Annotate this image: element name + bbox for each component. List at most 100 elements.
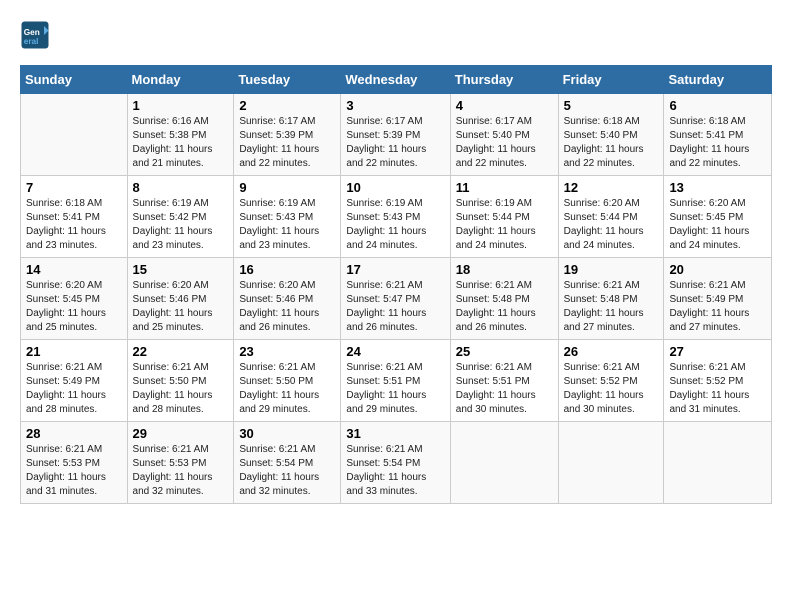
day-number: 22	[133, 344, 229, 359]
calendar-week-row: 1 Sunrise: 6:16 AMSunset: 5:38 PMDayligh…	[21, 94, 772, 176]
calendar-cell: 16 Sunrise: 6:20 AMSunset: 5:46 PMDaylig…	[234, 258, 341, 340]
day-info: Sunrise: 6:21 AMSunset: 5:49 PMDaylight:…	[26, 361, 122, 417]
calendar-cell: 10 Sunrise: 6:19 AMSunset: 5:43 PMDaylig…	[341, 176, 450, 258]
day-number: 10	[346, 180, 444, 195]
calendar-cell	[558, 422, 664, 504]
calendar-week-row: 7 Sunrise: 6:18 AMSunset: 5:41 PMDayligh…	[21, 176, 772, 258]
day-number: 28	[26, 426, 122, 441]
calendar-cell: 15 Sunrise: 6:20 AMSunset: 5:46 PMDaylig…	[127, 258, 234, 340]
day-number: 15	[133, 262, 229, 277]
calendar-cell: 24 Sunrise: 6:21 AMSunset: 5:51 PMDaylig…	[341, 340, 450, 422]
calendar-cell: 20 Sunrise: 6:21 AMSunset: 5:49 PMDaylig…	[664, 258, 772, 340]
calendar-table: SundayMondayTuesdayWednesdayThursdayFrid…	[20, 65, 772, 504]
day-info: Sunrise: 6:20 AMSunset: 5:45 PMDaylight:…	[26, 279, 122, 335]
calendar-cell: 1 Sunrise: 6:16 AMSunset: 5:38 PMDayligh…	[127, 94, 234, 176]
calendar-cell	[21, 94, 128, 176]
day-info: Sunrise: 6:16 AMSunset: 5:38 PMDaylight:…	[133, 115, 229, 171]
day-info: Sunrise: 6:21 AMSunset: 5:48 PMDaylight:…	[564, 279, 659, 335]
day-info: Sunrise: 6:21 AMSunset: 5:54 PMDaylight:…	[346, 443, 444, 499]
day-info: Sunrise: 6:21 AMSunset: 5:50 PMDaylight:…	[239, 361, 335, 417]
day-number: 21	[26, 344, 122, 359]
day-number: 3	[346, 98, 444, 113]
day-info: Sunrise: 6:21 AMSunset: 5:49 PMDaylight:…	[669, 279, 766, 335]
calendar-cell: 22 Sunrise: 6:21 AMSunset: 5:50 PMDaylig…	[127, 340, 234, 422]
day-number: 7	[26, 180, 122, 195]
day-number: 18	[456, 262, 553, 277]
day-info: Sunrise: 6:19 AMSunset: 5:42 PMDaylight:…	[133, 197, 229, 253]
day-info: Sunrise: 6:21 AMSunset: 5:51 PMDaylight:…	[346, 361, 444, 417]
day-info: Sunrise: 6:21 AMSunset: 5:53 PMDaylight:…	[133, 443, 229, 499]
day-info: Sunrise: 6:17 AMSunset: 5:39 PMDaylight:…	[239, 115, 335, 171]
calendar-cell: 2 Sunrise: 6:17 AMSunset: 5:39 PMDayligh…	[234, 94, 341, 176]
day-info: Sunrise: 6:21 AMSunset: 5:50 PMDaylight:…	[133, 361, 229, 417]
calendar-week-row: 21 Sunrise: 6:21 AMSunset: 5:49 PMDaylig…	[21, 340, 772, 422]
day-number: 17	[346, 262, 444, 277]
calendar-cell: 17 Sunrise: 6:21 AMSunset: 5:47 PMDaylig…	[341, 258, 450, 340]
calendar-week-row: 28 Sunrise: 6:21 AMSunset: 5:53 PMDaylig…	[21, 422, 772, 504]
calendar-week-row: 14 Sunrise: 6:20 AMSunset: 5:45 PMDaylig…	[21, 258, 772, 340]
calendar-cell: 29 Sunrise: 6:21 AMSunset: 5:53 PMDaylig…	[127, 422, 234, 504]
calendar-cell: 21 Sunrise: 6:21 AMSunset: 5:49 PMDaylig…	[21, 340, 128, 422]
day-info: Sunrise: 6:20 AMSunset: 5:46 PMDaylight:…	[133, 279, 229, 335]
day-info: Sunrise: 6:20 AMSunset: 5:45 PMDaylight:…	[669, 197, 766, 253]
day-number: 14	[26, 262, 122, 277]
weekday-header-tuesday: Tuesday	[234, 66, 341, 94]
day-info: Sunrise: 6:21 AMSunset: 5:54 PMDaylight:…	[239, 443, 335, 499]
calendar-cell: 4 Sunrise: 6:17 AMSunset: 5:40 PMDayligh…	[450, 94, 558, 176]
day-number: 27	[669, 344, 766, 359]
calendar-cell: 27 Sunrise: 6:21 AMSunset: 5:52 PMDaylig…	[664, 340, 772, 422]
day-info: Sunrise: 6:21 AMSunset: 5:47 PMDaylight:…	[346, 279, 444, 335]
calendar-cell: 30 Sunrise: 6:21 AMSunset: 5:54 PMDaylig…	[234, 422, 341, 504]
calendar-cell	[664, 422, 772, 504]
day-number: 11	[456, 180, 553, 195]
calendar-cell: 6 Sunrise: 6:18 AMSunset: 5:41 PMDayligh…	[664, 94, 772, 176]
day-number: 23	[239, 344, 335, 359]
logo: Gen eral	[20, 20, 55, 50]
svg-text:Gen: Gen	[24, 28, 40, 37]
day-info: Sunrise: 6:21 AMSunset: 5:52 PMDaylight:…	[669, 361, 766, 417]
day-info: Sunrise: 6:18 AMSunset: 5:40 PMDaylight:…	[564, 115, 659, 171]
calendar-cell: 14 Sunrise: 6:20 AMSunset: 5:45 PMDaylig…	[21, 258, 128, 340]
calendar-cell: 3 Sunrise: 6:17 AMSunset: 5:39 PMDayligh…	[341, 94, 450, 176]
day-info: Sunrise: 6:17 AMSunset: 5:40 PMDaylight:…	[456, 115, 553, 171]
calendar-cell: 13 Sunrise: 6:20 AMSunset: 5:45 PMDaylig…	[664, 176, 772, 258]
calendar-cell: 26 Sunrise: 6:21 AMSunset: 5:52 PMDaylig…	[558, 340, 664, 422]
day-number: 31	[346, 426, 444, 441]
day-number: 2	[239, 98, 335, 113]
weekday-header-friday: Friday	[558, 66, 664, 94]
day-number: 8	[133, 180, 229, 195]
day-number: 19	[564, 262, 659, 277]
calendar-cell: 31 Sunrise: 6:21 AMSunset: 5:54 PMDaylig…	[341, 422, 450, 504]
calendar-cell: 12 Sunrise: 6:20 AMSunset: 5:44 PMDaylig…	[558, 176, 664, 258]
weekday-header-wednesday: Wednesday	[341, 66, 450, 94]
day-number: 1	[133, 98, 229, 113]
calendar-cell: 23 Sunrise: 6:21 AMSunset: 5:50 PMDaylig…	[234, 340, 341, 422]
day-info: Sunrise: 6:19 AMSunset: 5:43 PMDaylight:…	[346, 197, 444, 253]
day-number: 13	[669, 180, 766, 195]
day-info: Sunrise: 6:18 AMSunset: 5:41 PMDaylight:…	[26, 197, 122, 253]
logo-icon: Gen eral	[20, 20, 50, 50]
calendar-cell: 18 Sunrise: 6:21 AMSunset: 5:48 PMDaylig…	[450, 258, 558, 340]
day-number: 25	[456, 344, 553, 359]
calendar-cell: 28 Sunrise: 6:21 AMSunset: 5:53 PMDaylig…	[21, 422, 128, 504]
svg-text:eral: eral	[24, 37, 39, 46]
day-info: Sunrise: 6:20 AMSunset: 5:44 PMDaylight:…	[564, 197, 659, 253]
day-info: Sunrise: 6:21 AMSunset: 5:52 PMDaylight:…	[564, 361, 659, 417]
day-number: 24	[346, 344, 444, 359]
day-number: 5	[564, 98, 659, 113]
calendar-cell: 8 Sunrise: 6:19 AMSunset: 5:42 PMDayligh…	[127, 176, 234, 258]
day-info: Sunrise: 6:18 AMSunset: 5:41 PMDaylight:…	[669, 115, 766, 171]
day-info: Sunrise: 6:20 AMSunset: 5:46 PMDaylight:…	[239, 279, 335, 335]
day-number: 12	[564, 180, 659, 195]
day-number: 9	[239, 180, 335, 195]
day-info: Sunrise: 6:19 AMSunset: 5:43 PMDaylight:…	[239, 197, 335, 253]
day-info: Sunrise: 6:17 AMSunset: 5:39 PMDaylight:…	[346, 115, 444, 171]
weekday-header-sunday: Sunday	[21, 66, 128, 94]
day-number: 20	[669, 262, 766, 277]
day-info: Sunrise: 6:21 AMSunset: 5:48 PMDaylight:…	[456, 279, 553, 335]
calendar-cell: 9 Sunrise: 6:19 AMSunset: 5:43 PMDayligh…	[234, 176, 341, 258]
calendar-cell: 25 Sunrise: 6:21 AMSunset: 5:51 PMDaylig…	[450, 340, 558, 422]
calendar-cell	[450, 422, 558, 504]
calendar-cell: 19 Sunrise: 6:21 AMSunset: 5:48 PMDaylig…	[558, 258, 664, 340]
day-number: 30	[239, 426, 335, 441]
